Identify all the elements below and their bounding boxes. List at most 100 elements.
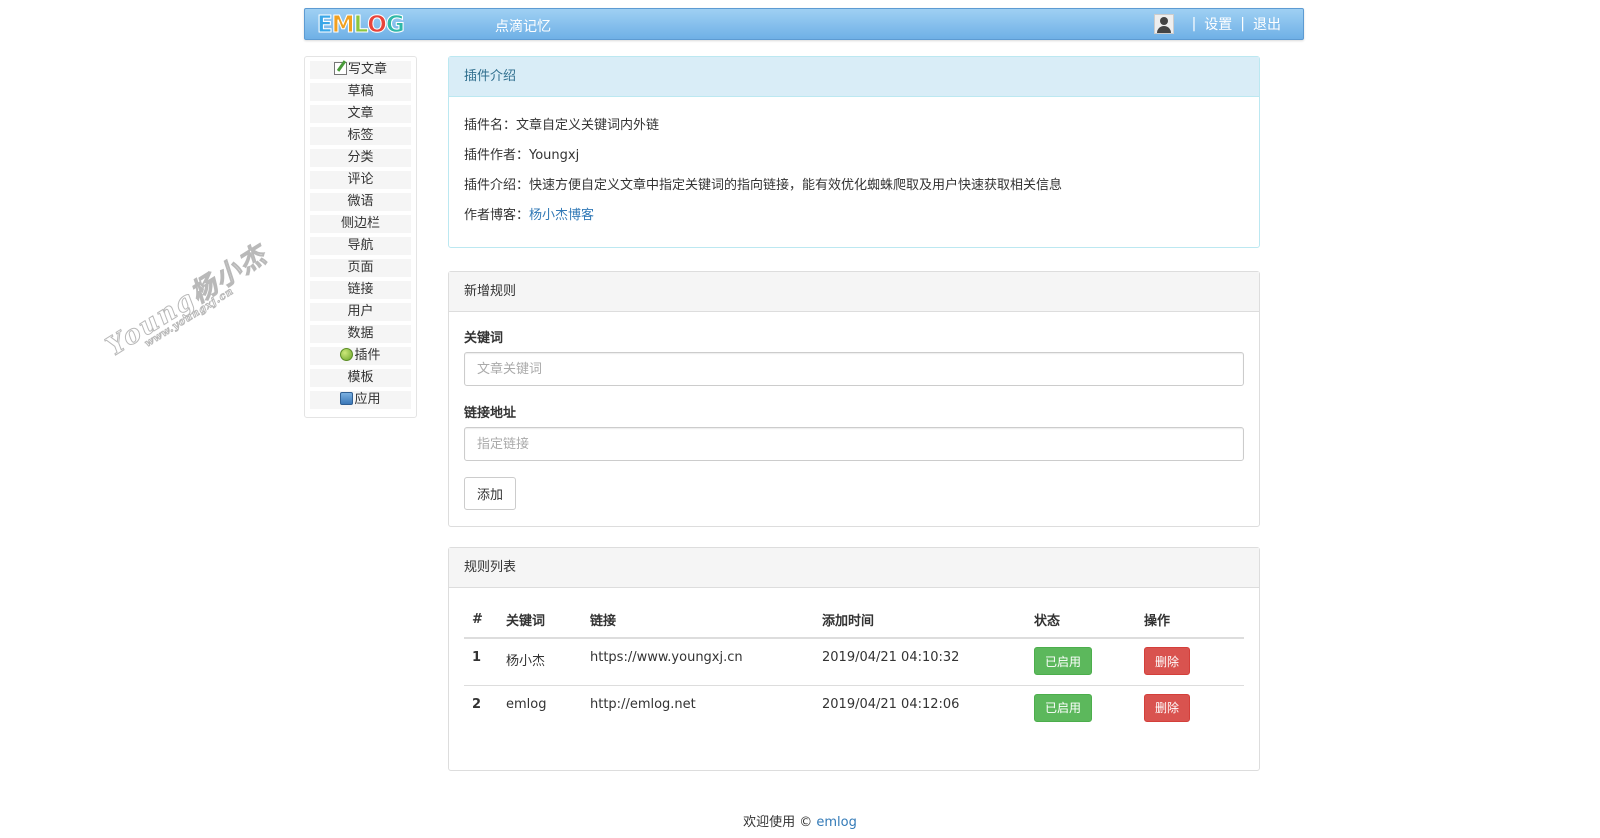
add-rule-panel: 新增规则 关键词 链接地址 添加 (448, 271, 1260, 527)
plugin-author-line: 插件作者：Youngxj (464, 141, 1244, 171)
footer-text: 欢迎使用 © (743, 815, 813, 830)
logo-letter: M (331, 12, 355, 39)
info-value: 文章自定义关键词内外链 (516, 118, 660, 133)
sidebar-item-label: 微语 (347, 194, 374, 209)
header-user-menu: | 设置 | 退出 (1153, 14, 1281, 34)
row-keyword: emlog (506, 696, 547, 712)
info-label: 作者博客： (464, 208, 530, 223)
author-blog-link[interactable]: 杨小杰博客 (529, 208, 594, 223)
sidebar-item-widgets[interactable]: 侧边栏 (310, 215, 411, 233)
panel-title: 插件介绍 (449, 57, 1259, 97)
sidebar-item-write[interactable]: 写文章 (310, 61, 411, 79)
sidebar-item-label: 数据 (347, 326, 374, 341)
top-header: E M L O G 点滴记忆 | 设置 | 退出 (304, 8, 1304, 40)
row-number: 1 (464, 638, 498, 686)
sidebar-item-comments[interactable]: 评论 (310, 171, 411, 189)
panel-title: 规则列表 (449, 548, 1259, 588)
rules-table: # 关键词 链接 添加时间 状态 操作 1 杨小杰 https://www.yo… (464, 602, 1244, 732)
sidebar-item-users[interactable]: 用户 (310, 303, 411, 321)
sidebar-item-data[interactable]: 数据 (310, 325, 411, 343)
watermark-main: Young杨小杰 (101, 239, 274, 363)
sidebar-item-templates[interactable]: 模板 (310, 369, 411, 387)
sidebar-item-label: 标签 (347, 128, 374, 143)
info-label: 插件介绍： (464, 178, 530, 193)
emlog-logo[interactable]: E M L O G (317, 12, 406, 39)
sidebar-item-plugins[interactable]: 插件 (310, 347, 411, 365)
sidebar-item-label: 插件 (354, 348, 381, 363)
sidebar-item-apps[interactable]: 应用 (310, 391, 411, 409)
footer-emlog-link[interactable]: emlog (816, 815, 856, 830)
sidebar-item-navigation[interactable]: 导航 (310, 237, 411, 255)
plugin-icon (340, 348, 354, 361)
row-time: 2019/04/21 04:10:32 (814, 638, 1026, 686)
sidebar-item-tags[interactable]: 标签 (310, 127, 411, 145)
panel-title: 新增规则 (449, 272, 1259, 312)
sidebar-item-label: 分类 (347, 150, 374, 165)
sidebar-item-label: 评论 (347, 172, 374, 187)
table-row: 2 emlog http://emlog.net 2019/04/21 04:1… (464, 685, 1244, 732)
logo-letter: O (367, 12, 388, 39)
sidebar-item-links[interactable]: 链接 (310, 281, 411, 299)
row-number: 2 (472, 696, 482, 712)
row-link: https://www.youngxj.cn (582, 638, 814, 686)
write-icon (333, 62, 347, 75)
delete-button[interactable]: 删除 (1144, 693, 1191, 722)
sidebar-item-label: 用户 (347, 304, 374, 319)
plugin-info-panel: 插件介绍 插件名：文章自定义关键词内外链 插件作者：Youngxj 插件介绍：快… (448, 56, 1260, 248)
status-button[interactable]: 已启用 (1034, 693, 1093, 722)
plugin-name-line: 插件名：文章自定义关键词内外链 (464, 111, 1244, 141)
add-button[interactable]: 添加 (464, 477, 517, 510)
sidebar-item-articles[interactable]: 文章 (310, 105, 411, 123)
column-header: 关键词 (498, 602, 582, 639)
column-header: 状态 (1026, 602, 1136, 639)
sidebar-item-label: 导航 (347, 238, 374, 253)
sidebar-item-label: 草稿 (347, 84, 374, 99)
logout-link[interactable]: 退出 (1253, 14, 1281, 34)
keyword-label: 关键词 (464, 331, 504, 346)
logo-letter: L (353, 12, 369, 39)
logo-letter: E (317, 12, 334, 39)
sidebar-item-label: 页面 (347, 260, 374, 275)
separator: | (1240, 16, 1245, 32)
watermark-sub: www.youngxj.cn (143, 285, 237, 350)
sidebar-item-categories[interactable]: 分类 (310, 149, 411, 167)
sidebar-item-pages[interactable]: 页面 (310, 259, 411, 277)
logo-letter: G (385, 12, 405, 39)
column-header: # (464, 602, 498, 639)
status-button[interactable]: 已启用 (1034, 647, 1093, 675)
footer: 欢迎使用 © emlog (0, 811, 1600, 830)
settings-link[interactable]: 设置 (1204, 14, 1232, 34)
sidebar-nav: 写文章 草稿 文章 标签 分类 评论 微语 侧边栏 导航 页面 链接 用户 数据… (304, 56, 417, 418)
row-keyword: 杨小杰 (498, 638, 582, 686)
sidebar-item-twitter[interactable]: 微语 (310, 193, 411, 211)
rule-list-panel: 规则列表 # 关键词 链接 添加时间 状态 操作 1 杨小杰 https://w… (448, 547, 1260, 771)
table-row: 1 杨小杰 https://www.youngxj.cn 2019/04/21 … (464, 638, 1244, 686)
app-icon (340, 392, 354, 405)
sidebar-item-label: 应用 (354, 392, 381, 407)
author-blog-line: 作者博客：杨小杰博客 (464, 201, 1244, 231)
info-value: 快速方便自定义文章中指定关键词的指向链接，能有效优化蜘蛛爬取及用户快速获取相关信… (529, 178, 1063, 193)
sidebar-item-label: 侧边栏 (340, 216, 380, 231)
sidebar-item-drafts[interactable]: 草稿 (310, 83, 411, 101)
column-header: 链接 (582, 602, 814, 639)
url-label: 链接地址 (464, 406, 517, 421)
info-value: Youngxj (529, 148, 580, 163)
column-header: 操作 (1136, 602, 1244, 639)
row-time: 2019/04/21 04:12:06 (822, 696, 960, 712)
sidebar-item-label: 模板 (347, 370, 374, 385)
sidebar-item-label: 文章 (347, 106, 374, 121)
info-label: 插件作者： (464, 148, 530, 163)
plugin-intro-line: 插件介绍：快速方便自定义文章中指定关键词的指向链接，能有效优化蜘蛛爬取及用户快速… (464, 171, 1244, 201)
keyword-input[interactable] (464, 352, 1244, 386)
info-label: 插件名： (464, 118, 517, 133)
sidebar-item-label: 写文章 (347, 62, 387, 77)
row-link: http://emlog.net (590, 696, 696, 712)
url-input[interactable] (464, 427, 1244, 461)
watermark: Young杨小杰 www.youngxj.cn (98, 235, 276, 368)
site-title[interactable]: 点滴记忆 (495, 16, 551, 36)
delete-button[interactable]: 删除 (1144, 647, 1191, 675)
column-header: 添加时间 (814, 602, 1026, 639)
sidebar-item-label: 链接 (347, 282, 374, 297)
user-avatar-icon[interactable] (1153, 14, 1174, 34)
separator: | (1191, 16, 1197, 32)
